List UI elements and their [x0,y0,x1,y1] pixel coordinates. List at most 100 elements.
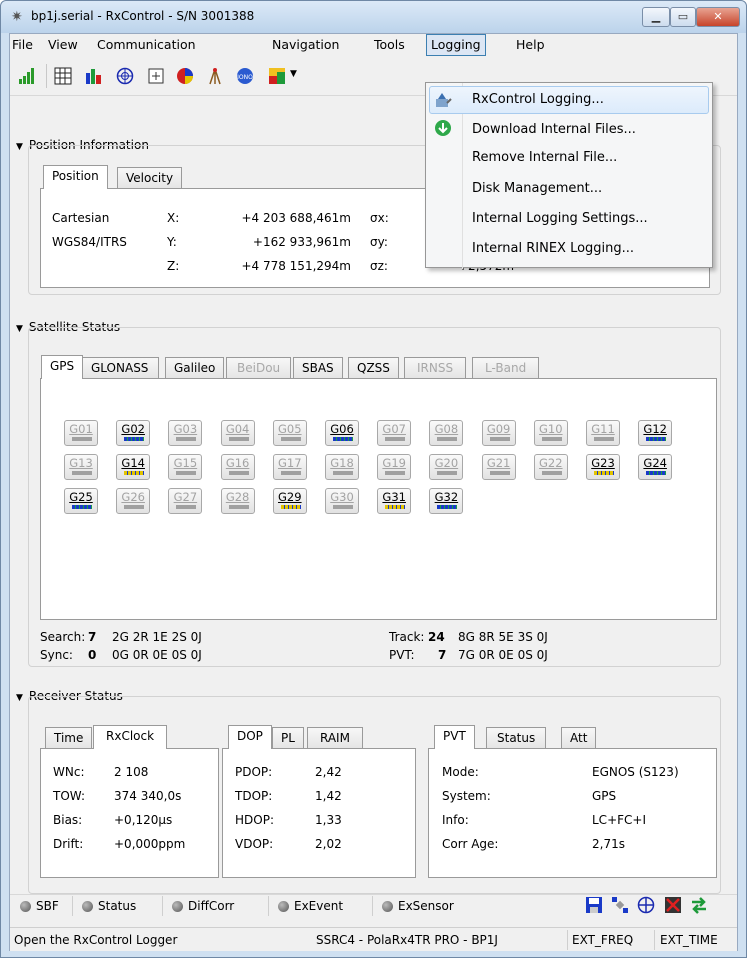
window-title: bp1j.serial - RxControl - S/N 3001388 [31,9,255,23]
pvt-detail: 7G 0R 0E 0S 0J [458,648,548,662]
satellite-button[interactable]: G18 [325,454,359,480]
color-palette-icon[interactable] [268,67,286,85]
satellite-button[interactable]: G23 [586,454,620,480]
satellite-button[interactable]: G13 [64,454,98,480]
satellite-button[interactable]: G06 [325,420,359,446]
tab-galileo[interactable]: Galileo [165,357,225,379]
menu-disk-management[interactable]: Disk Management... [472,181,602,196]
satellite-button[interactable]: G08 [429,420,464,446]
menu-view[interactable]: View [48,37,78,52]
menu-tools[interactable]: Tools [374,37,405,52]
pie-chart-icon[interactable] [176,67,194,85]
satellite-button[interactable]: G11 [586,420,620,446]
satellite-button[interactable]: G14 [116,454,151,480]
tab-att[interactable]: Att [561,727,597,749]
menu-help[interactable]: Help [516,37,545,52]
tab-position[interactable]: Position [43,165,108,189]
satellite-id: G13 [69,456,93,470]
status-indicator-label[interactable]: Status [98,899,136,913]
bar-chart-icon[interactable] [85,67,103,85]
satellite-button[interactable]: G21 [481,454,516,480]
tab-lband[interactable]: L-Band [472,357,540,379]
menu-download-internal-files[interactable]: Download Internal Files... [472,122,636,137]
sbf-indicator-label[interactable]: SBF [36,899,59,913]
satellite-button[interactable]: G16 [220,454,255,480]
signal-bars-icon[interactable] [18,67,36,85]
grid-icon[interactable] [54,67,72,85]
satellite-button[interactable]: G32 [429,488,464,514]
minimize-button[interactable]: ▁ [642,7,670,27]
logger-icon [436,93,452,107]
satellite-button[interactable]: G01 [64,420,98,446]
tab-raim[interactable]: RAIM [307,727,363,749]
tab-gps[interactable]: GPS [41,355,84,379]
menu-navigation[interactable]: Navigation [272,37,339,52]
satellite-id: G25 [69,490,93,504]
position-box-icon[interactable] [147,67,165,85]
satellite-button[interactable]: G09 [481,420,516,446]
menu-logging[interactable]: Logging [426,34,486,56]
satellite-button[interactable]: G12 [638,420,673,446]
menu-rxcontrol-logging[interactable]: RxControl Logging... [472,92,604,107]
tab-dop[interactable]: DOP [228,725,272,749]
satellite-button[interactable]: G24 [638,454,673,480]
menu-communication[interactable]: Communication [97,37,196,52]
satellite-button[interactable]: G26 [116,488,151,514]
satellite-button[interactable]: G29 [272,488,307,514]
tab-beidou[interactable]: BeiDou [226,357,292,379]
transfer-arrows-icon[interactable] [690,896,708,914]
satellite-id: G02 [121,422,145,436]
satellite-button[interactable]: G27 [168,488,203,514]
satellite-button[interactable]: G15 [168,454,203,480]
signal-strength-bar [124,471,145,475]
satellite-button[interactable]: G17 [272,454,307,480]
menu-internal-logging-settings[interactable]: Internal Logging Settings... [472,211,648,226]
satellite-button[interactable]: G10 [533,420,568,446]
satellite-button[interactable]: G30 [325,488,359,514]
satellite-button[interactable]: G19 [377,454,412,480]
disconnect-icon[interactable] [664,896,682,914]
tab-rxclock[interactable]: RxClock [93,725,168,749]
menu-internal-rinex-logging[interactable]: Internal RINEX Logging... [472,241,634,256]
frame-label: Cartesian [52,211,110,225]
satellite-button[interactable]: G02 [116,420,151,446]
title-bar: ✷ bp1j.serial - RxControl - S/N 3001388 … [1,1,746,33]
crosshair-icon[interactable] [637,896,655,914]
tab-time[interactable]: Time [45,727,93,749]
signal-strength-bar [541,471,562,475]
satellite-button[interactable]: G05 [272,420,307,446]
maximize-button[interactable]: ▭ [670,7,696,27]
tab-sbas[interactable]: SBAS [293,357,343,379]
menu-remove-internal-file[interactable]: Remove Internal File... [472,150,617,165]
satellite-button[interactable]: G07 [377,420,412,446]
dropdown-arrow-icon[interactable]: ▼ [290,69,297,79]
satellite-button[interactable]: G04 [220,420,255,446]
close-button[interactable]: ✕ [696,7,740,27]
tab-status[interactable]: Status [486,727,547,749]
satellite-id: G06 [330,422,354,436]
satellite-button[interactable]: G31 [377,488,412,514]
tab-velocity[interactable]: Velocity [117,167,183,189]
tab-glonass[interactable]: GLONASS [80,357,160,379]
satellite-button[interactable]: G20 [429,454,464,480]
tab-qzss[interactable]: QZSS [348,357,399,379]
satellite-id: G01 [69,422,93,436]
satellite-icon[interactable] [611,896,629,914]
tab-irnss[interactable]: IRNSS [404,357,467,379]
satellite-id: G15 [173,456,198,470]
satellite-button[interactable]: G25 [64,488,98,514]
sky-plot-icon[interactable] [116,67,134,85]
exsensor-indicator-label[interactable]: ExSensor [398,899,454,913]
tab-pvt[interactable]: PVT [434,725,475,749]
exevent-indicator-label[interactable]: ExEvent [294,899,343,913]
antenna-icon[interactable] [206,67,224,85]
iono-icon[interactable]: IONO [236,67,254,85]
satellite-button[interactable]: G28 [220,488,255,514]
diffcorr-indicator-label[interactable]: DiffCorr [188,899,234,913]
satellite-id: G18 [330,456,354,470]
tab-pl[interactable]: PL [272,727,304,749]
satellite-button[interactable]: G22 [533,454,568,480]
menu-file[interactable]: File [12,37,33,52]
save-icon[interactable] [585,896,603,914]
satellite-button[interactable]: G03 [168,420,203,446]
